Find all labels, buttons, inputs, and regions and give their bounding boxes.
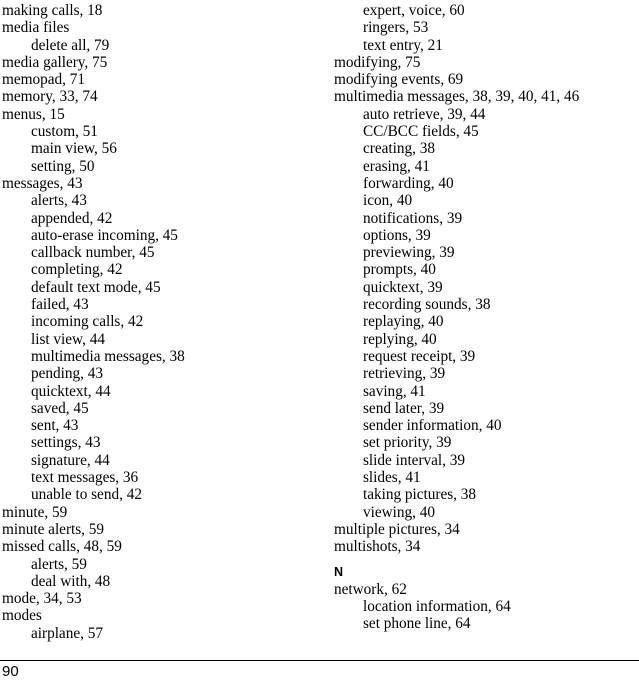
index-subentry: replaying, 40 — [363, 313, 444, 331]
index-subentry: incoming calls, 42 — [31, 313, 144, 331]
index-subentry: location information, 64 — [363, 598, 511, 616]
index-entry: multimedia messages, 38, 39, 40, 41, 46 — [334, 88, 580, 106]
index-entry: mode, 34, 53 — [2, 590, 82, 608]
index-subentry: send later, 39 — [363, 399, 445, 417]
index-subentry: delete all, 79 — [31, 36, 110, 54]
index-subentry: replying, 40 — [363, 330, 437, 348]
index-subentry: alerts, 59 — [31, 555, 87, 573]
index-subentry: viewing, 40 — [363, 503, 436, 521]
index-subentry: slides, 41 — [363, 469, 421, 487]
index-subentry: callback number, 45 — [31, 244, 155, 262]
index-subentry: forwarding, 40 — [363, 174, 454, 192]
index-subentry: sender information, 40 — [363, 417, 502, 435]
index-subentry: alerts, 43 — [31, 192, 87, 210]
index-entry: media gallery, 75 — [2, 53, 108, 71]
index-subentry: airplane, 57 — [31, 624, 103, 642]
footer-divider — [0, 660, 639, 661]
page-number: 90 — [2, 663, 19, 680]
index-page: making calls, 18 media files delete all, 7… — [0, 0, 639, 688]
index-entry: missed calls, 48, 59 — [2, 538, 122, 556]
index-subentry: saved, 45 — [31, 399, 89, 417]
index-subentry: slide interval, 39 — [363, 451, 466, 469]
index-column-right: expert, voice, 60 ringers, 53 text entry, … — [319, 0, 638, 633]
index-columns: making calls, 18 media files delete all, 7… — [0, 0, 639, 660]
index-subentry: main view, 56 — [31, 140, 117, 158]
index-entry: minute alerts, 59 — [2, 520, 105, 538]
index-subentry: request receipt, 39 — [363, 347, 476, 365]
index-entry: minute, 59 — [2, 503, 68, 521]
index-entry: menus, 15 — [2, 105, 65, 123]
index-subentry: settings, 43 — [31, 434, 101, 452]
index-subentry: retrieving, 39 — [363, 365, 446, 383]
index-subentry: failed, 43 — [31, 296, 89, 314]
index-entry: modifying events, 69 — [334, 71, 464, 89]
index-subentry: signature, 44 — [31, 451, 110, 469]
index-entry: media files — [2, 19, 70, 37]
index-entry: memory, 33, 74 — [2, 88, 98, 106]
index-subentry: previewing, 39 — [363, 244, 455, 262]
index-entry: memopad, 71 — [2, 71, 86, 89]
index-subentry: quicktext, 39 — [363, 278, 443, 296]
index-subentry: erasing, 41 — [363, 157, 430, 175]
index-subentry: multimedia messages, 38 — [31, 347, 185, 365]
index-entry: modes — [2, 607, 42, 625]
index-subentry: auto retrieve, 39, 44 — [363, 105, 486, 123]
index-subentry: set priority, 39 — [363, 434, 452, 452]
index-subentry: deal with, 48 — [31, 572, 111, 590]
index-entry: making calls, 18 — [2, 2, 103, 19]
index-subentry: unable to send, 42 — [31, 486, 142, 504]
index-subentry: list view, 44 — [31, 330, 105, 348]
index-subentry: expert, voice, 60 — [363, 2, 465, 19]
index-subentry: taking pictures, 38 — [363, 486, 477, 504]
index-subentry: notifications, 39 — [363, 209, 463, 227]
index-subentry: quicktext, 44 — [31, 382, 111, 400]
index-entry: network, 62 — [334, 580, 407, 598]
index-subentry: auto-erase incoming, 45 — [31, 226, 178, 244]
index-entry: multiple pictures, 34 — [334, 520, 460, 538]
index-subentry: text messages, 36 — [31, 469, 139, 487]
index-subentry: sent, 43 — [31, 417, 79, 435]
index-subentry: setting, 50 — [31, 157, 95, 175]
index-subentry: recording sounds, 38 — [363, 296, 491, 314]
index-subentry: ringers, 53 — [363, 19, 429, 37]
index-subentry: text entry, 21 — [363, 36, 443, 54]
index-subentry: saving, 41 — [363, 382, 426, 400]
index-subentry: icon, 40 — [363, 192, 413, 210]
index-subentry: custom, 51 — [31, 123, 98, 141]
index-subentry: prompts, 40 — [363, 261, 436, 279]
index-section-heading: N — [334, 564, 344, 579]
index-subentry: completing, 42 — [31, 261, 123, 279]
index-column-left: making calls, 18 media files delete all, 7… — [0, 0, 319, 642]
index-entry: messages, 43 — [2, 174, 83, 192]
index-subentry: default text mode, 45 — [31, 278, 161, 296]
index-subentry: options, 39 — [363, 226, 431, 244]
page-footer: 90 — [0, 660, 639, 688]
index-subentry: set phone line, 64 — [363, 615, 471, 633]
index-subentry: creating, 38 — [363, 140, 435, 158]
index-entry: multishots, 34 — [334, 538, 421, 556]
index-subentry: appended, 42 — [31, 209, 113, 227]
index-entry: modifying, 75 — [334, 53, 421, 71]
index-subentry: CC/BCC fields, 45 — [363, 123, 479, 141]
index-subentry: pending, 43 — [31, 365, 104, 383]
